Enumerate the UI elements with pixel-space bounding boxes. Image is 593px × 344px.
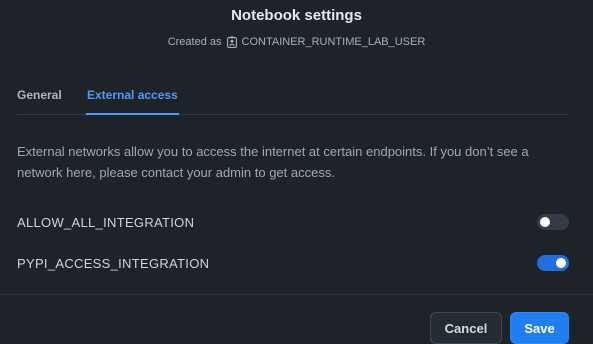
save-button[interactable]: Save [510, 312, 569, 344]
created-as-prefix: Created as [167, 36, 222, 48]
settings-tabs: General External access [17, 79, 569, 115]
allow-all-integration-toggle[interactable] [537, 214, 569, 230]
tab-external-access[interactable]: External access [86, 88, 179, 115]
integration-row: ALLOW_ALL_INTEGRATION [17, 212, 569, 232]
toggle-knob [556, 258, 566, 268]
notebook-settings-dialog: Notebook settings Created as CONTAINER_R… [0, 0, 593, 344]
external-access-description: External networks allow you to access th… [17, 144, 529, 180]
integration-name: ALLOW_ALL_INTEGRATION [17, 214, 195, 230]
integration-name: PYPI_ACCESS_INTEGRATION [17, 255, 210, 271]
toggle-knob [540, 217, 550, 227]
created-as-user: CONTAINER_RUNTIME_LAB_USER [241, 36, 426, 48]
dialog-title: Notebook settings [231, 7, 362, 24]
cancel-button[interactable]: Cancel [430, 312, 502, 344]
footer-divider [0, 294, 593, 295]
tab-general[interactable]: General [17, 88, 62, 114]
pypi-access-integration-toggle[interactable] [537, 255, 569, 271]
integration-row: PYPI_ACCESS_INTEGRATION [17, 253, 569, 273]
created-as-line: Created as CONTAINER_RUNTIME_LAB_USER [0, 36, 593, 48]
user-badge-icon [226, 36, 237, 48]
